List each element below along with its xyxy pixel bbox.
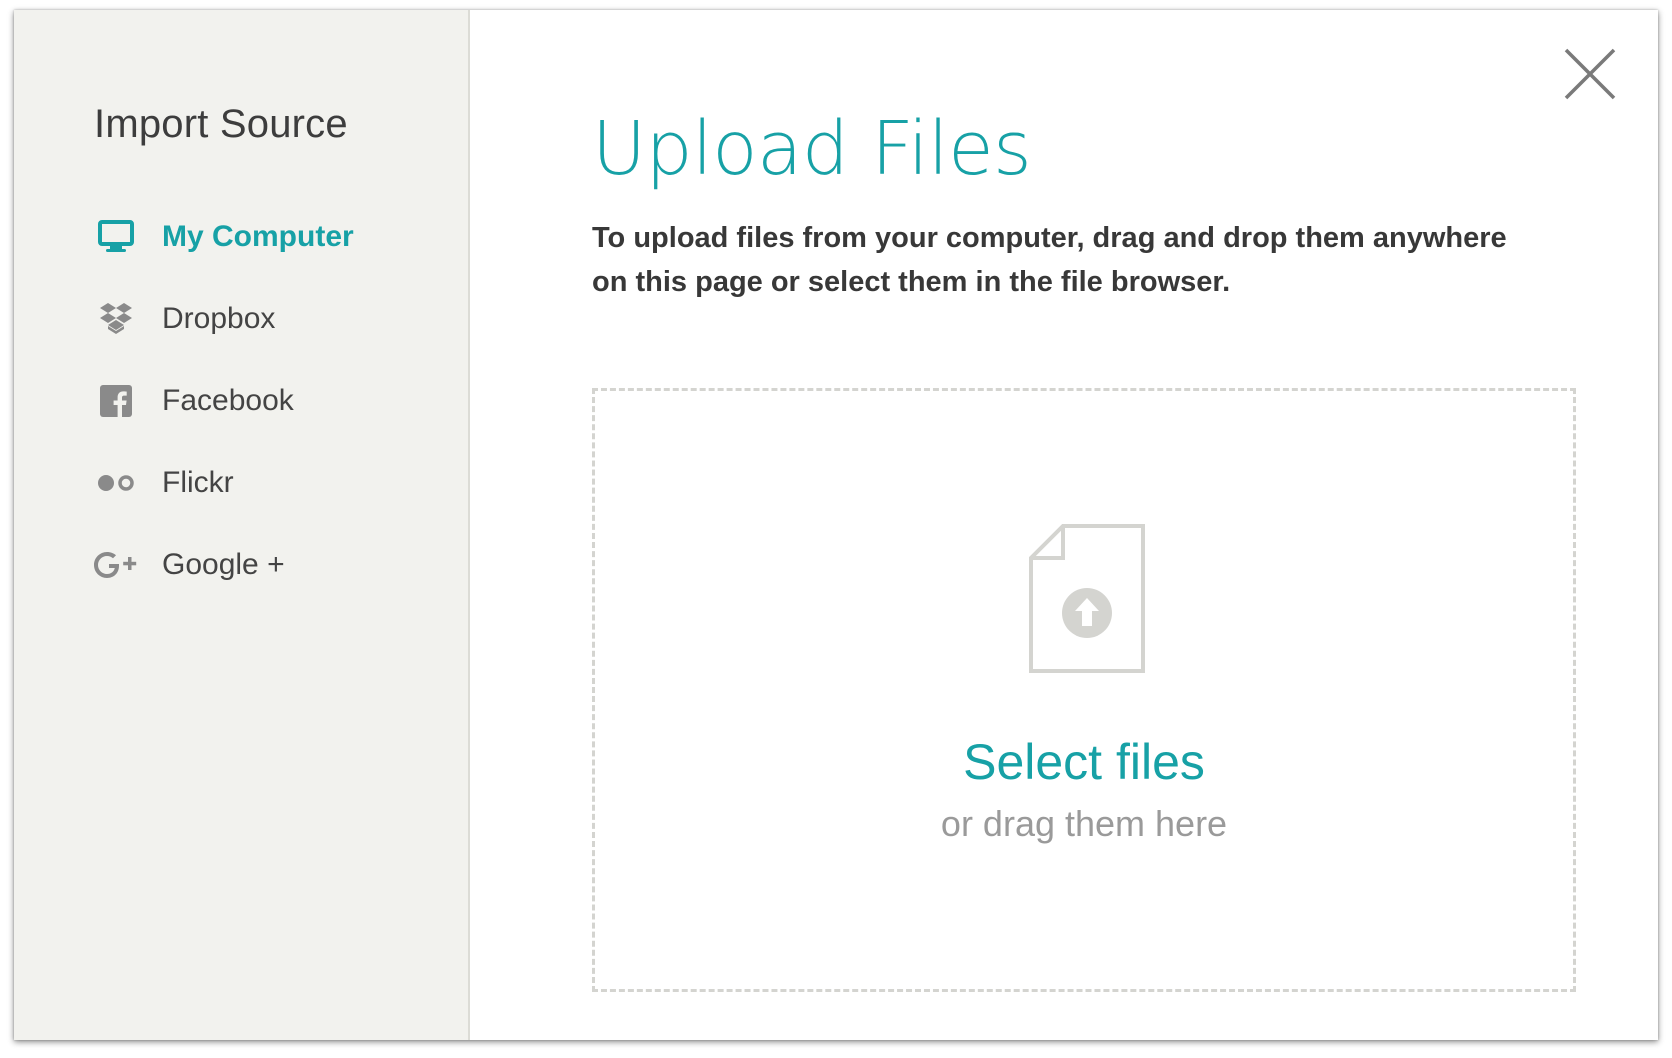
select-files-link[interactable]: Select files bbox=[595, 733, 1573, 791]
drag-hint: or drag them here bbox=[940, 803, 1228, 844]
google-plus-icon bbox=[92, 541, 140, 589]
monitor-icon bbox=[92, 213, 140, 261]
source-label: Facebook bbox=[162, 384, 294, 417]
upload-panel: Upload Files To upload files from your c… bbox=[470, 10, 1658, 1040]
source-list: My Computer Dropbox Facebook Flickr Goog… bbox=[92, 196, 354, 606]
source-label: Google + bbox=[162, 548, 285, 581]
import-dialog: Import Source My Computer Dropbox Facebo… bbox=[14, 10, 1658, 1040]
close-button[interactable] bbox=[1562, 46, 1618, 102]
source-item-google-plus[interactable]: Google + bbox=[92, 524, 354, 606]
close-icon bbox=[1564, 48, 1616, 100]
source-item-my-computer[interactable]: My Computer bbox=[92, 196, 354, 278]
flickr-icon bbox=[92, 459, 140, 507]
facebook-icon bbox=[92, 377, 140, 425]
import-source-sidebar: Import Source My Computer Dropbox Facebo… bbox=[14, 10, 470, 1040]
source-item-flickr[interactable]: Flickr bbox=[92, 442, 354, 524]
upload-instructions: To upload files from your computer, drag… bbox=[592, 222, 1507, 298]
sidebar-title: Import Source bbox=[94, 102, 348, 146]
source-label: Dropbox bbox=[162, 302, 276, 335]
dropbox-icon bbox=[92, 295, 140, 343]
source-item-dropbox[interactable]: Dropbox bbox=[92, 278, 354, 360]
source-label: My Computer bbox=[162, 220, 354, 253]
file-dropzone[interactable]: Select files or drag them here bbox=[592, 388, 1576, 992]
source-item-facebook[interactable]: Facebook bbox=[92, 360, 354, 442]
page-title: Upload Files bbox=[592, 106, 1032, 192]
file-upload-icon bbox=[1027, 523, 1147, 675]
source-label: Flickr bbox=[162, 466, 234, 499]
